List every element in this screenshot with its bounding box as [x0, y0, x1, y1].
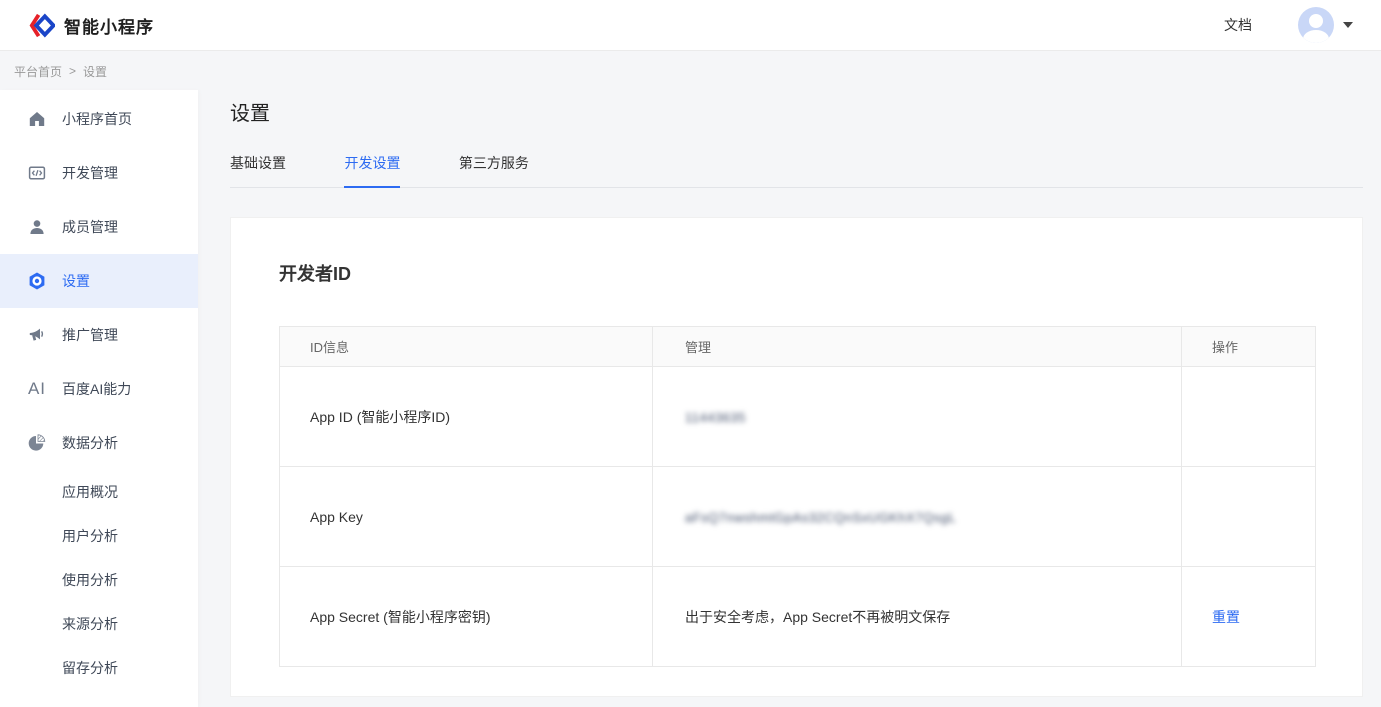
- sidebar-item-label: 设置: [62, 271, 90, 291]
- sidebar-subitem-usage-analysis[interactable]: 使用分析: [0, 558, 198, 602]
- sidebar-item-label: 开发管理: [62, 163, 118, 183]
- sidebar-subitem-source-analysis[interactable]: 来源分析: [0, 602, 198, 646]
- sidebar-subitem-app-overview[interactable]: 应用概况: [0, 470, 198, 514]
- sidebar-item-settings[interactable]: 设置: [0, 254, 198, 308]
- member-icon: [27, 217, 47, 237]
- app-secret-note: 出于安全考虑，App Secret不再被明文保存: [653, 567, 1182, 667]
- sidebar: 小程序首页 开发管理 成员管理 设置: [0, 90, 198, 707]
- column-header-manage: 管理: [653, 327, 1182, 367]
- table-row-app-key: App Key aFsQ7nwshmtGpAs32CQnSxUGKhX7QsgL: [280, 467, 1316, 567]
- row-label: App ID (智能小程序ID): [280, 367, 653, 467]
- ai-icon: AI: [27, 379, 47, 399]
- topbar: 智能小程序 文档: [0, 0, 1381, 51]
- sidebar-item-promotion[interactable]: 推广管理: [0, 308, 198, 362]
- breadcrumb-current: 设置: [83, 63, 107, 80]
- doc-link[interactable]: 文档: [1224, 15, 1252, 35]
- row-label: App Key: [280, 467, 653, 567]
- avatar[interactable]: [1298, 7, 1334, 43]
- column-header-id-info: ID信息: [280, 327, 653, 367]
- sidebar-subitem-user-analysis[interactable]: 用户分析: [0, 514, 198, 558]
- table-row-app-id: App ID (智能小程序ID) 11443635: [280, 367, 1316, 467]
- card-heading: 开发者ID: [279, 260, 1314, 286]
- sidebar-item-label: 推广管理: [62, 325, 118, 345]
- settings-icon: [27, 271, 47, 291]
- row-action-empty: [1182, 367, 1316, 467]
- sidebar-subitem-retention-analysis[interactable]: 留存分析: [0, 646, 198, 690]
- breadcrumb-separator: >: [69, 64, 76, 78]
- sidebar-item-ai[interactable]: AI 百度AI能力: [0, 362, 198, 416]
- code-icon: [27, 163, 47, 183]
- promotion-icon: [27, 325, 47, 345]
- developer-id-card: 开发者ID ID信息 管理 操作 App ID (智能小程序ID) 114436…: [230, 217, 1363, 697]
- breadcrumb-home[interactable]: 平台首页: [14, 63, 62, 80]
- developer-id-table: ID信息 管理 操作 App ID (智能小程序ID) 11443635 App…: [279, 326, 1316, 667]
- chevron-down-icon[interactable]: [1343, 22, 1353, 28]
- sidebar-item-label: 数据分析: [62, 433, 118, 453]
- brand[interactable]: 智能小程序: [28, 12, 154, 39]
- sidebar-item-analytics[interactable]: 数据分析: [0, 416, 198, 470]
- avatar-person-icon: [1309, 14, 1323, 28]
- reset-button[interactable]: 重置: [1212, 609, 1240, 625]
- brand-title: 智能小程序: [64, 13, 154, 38]
- sidebar-item-dev-management[interactable]: 开发管理: [0, 146, 198, 200]
- main-content: 设置 基础设置 开发设置 第三方服务 开发者ID ID信息 管理 操作 App …: [230, 90, 1363, 697]
- tab-third-party[interactable]: 第三方服务: [459, 153, 529, 186]
- sidebar-item-label: 成员管理: [62, 217, 118, 237]
- brand-logo-icon: [28, 12, 55, 39]
- row-action-empty: [1182, 467, 1316, 567]
- home-icon: [27, 109, 47, 129]
- tab-basic-settings[interactable]: 基础设置: [230, 153, 286, 186]
- app-id-value-obscured: 11443635: [685, 410, 746, 425]
- sidebar-item-home[interactable]: 小程序首页: [0, 92, 198, 146]
- sidebar-item-members[interactable]: 成员管理: [0, 200, 198, 254]
- tab-dev-settings[interactable]: 开发设置: [344, 153, 400, 188]
- breadcrumb: 平台首页 > 设置: [0, 52, 1381, 90]
- analytics-icon: [27, 433, 47, 453]
- table-header-row: ID信息 管理 操作: [280, 327, 1316, 367]
- app-key-value-obscured: aFsQ7nwshmtGpAs32CQnSxUGKhX7QsgL: [685, 510, 956, 525]
- tab-bar: 基础设置 开发设置 第三方服务: [230, 153, 1363, 188]
- table-row-app-secret: App Secret (智能小程序密钥) 出于安全考虑，App Secret不再…: [280, 567, 1316, 667]
- page-title: 设置: [230, 103, 1363, 126]
- column-header-actions: 操作: [1182, 327, 1316, 367]
- sidebar-item-label: 百度AI能力: [62, 379, 131, 399]
- row-label: App Secret (智能小程序密钥): [280, 567, 653, 667]
- sidebar-item-label: 小程序首页: [62, 109, 132, 129]
